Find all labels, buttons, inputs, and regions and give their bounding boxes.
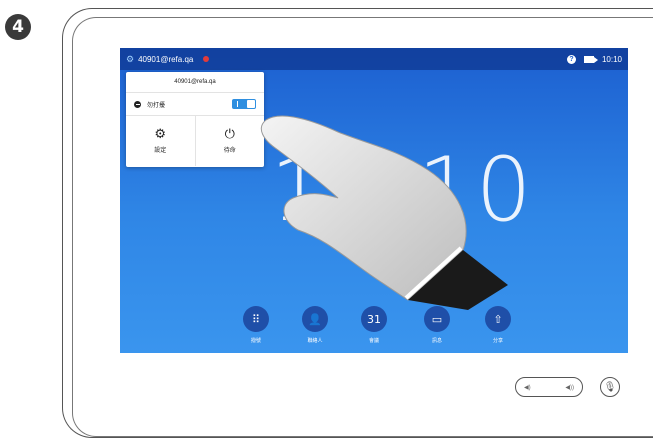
- toggle-knob: [247, 100, 255, 108]
- dock-label-messages: 訊息: [431, 338, 442, 344]
- dnd-row[interactable]: 勿打擾: [126, 93, 264, 116]
- dock-item-dial[interactable]: ⠿ 撥號: [236, 306, 276, 344]
- mic-mute-icon: 🎙: [603, 381, 617, 393]
- dnd-label: 勿打擾: [147, 102, 166, 109]
- dock-item-messages[interactable]: ▭ 訊息: [417, 306, 457, 344]
- record-dot-icon: [203, 56, 210, 62]
- settings-label: 設定: [154, 148, 167, 154]
- volume-up-icon[interactable]: ◀)): [565, 384, 574, 391]
- dock-item-meetings[interactable]: 31 會議: [354, 306, 394, 344]
- microphone-mute-button[interactable]: 🎙: [600, 377, 620, 397]
- toggle-on-mark: [237, 101, 238, 107]
- standby-label: 待命: [223, 148, 236, 154]
- share-icon[interactable]: ⇧: [485, 306, 511, 332]
- status-uri[interactable]: 40901@refa.qa: [138, 55, 193, 64]
- dock-label-contacts: 聯絡人: [307, 338, 323, 344]
- gear-icon: ⚙: [154, 127, 167, 142]
- dock-item-share[interactable]: ⇧ 分享: [478, 306, 518, 344]
- gear-icon[interactable]: ⚙: [126, 54, 134, 65]
- keypad-icon[interactable]: ⠿: [243, 306, 269, 332]
- calendar-icon[interactable]: 31: [361, 306, 387, 332]
- status-time: 10:10: [601, 54, 622, 64]
- volume-control[interactable]: ◀) ◀)): [515, 377, 583, 397]
- contacts-icon[interactable]: 👤: [302, 306, 328, 332]
- dock-label-dial: 撥號: [250, 338, 261, 344]
- status-bar: ⚙ 40901@refa.qa ? 10:10: [120, 48, 628, 70]
- popup-address: 40901@refa.qa: [126, 72, 264, 93]
- dock-label-share: 分享: [492, 338, 503, 344]
- voicemail-icon[interactable]: ▭: [424, 306, 450, 332]
- settings-button[interactable]: ⚙ 設定: [126, 116, 195, 166]
- clock-overlay: 10:10: [270, 138, 534, 241]
- step-number-badge: 4: [5, 14, 31, 40]
- camera-icon[interactable]: [583, 55, 598, 63]
- help-icon[interactable]: ?: [566, 54, 576, 64]
- dnd-toggle[interactable]: [232, 99, 256, 109]
- do-not-disturb-icon: [134, 100, 141, 108]
- bottom-dock: ⠿ 撥號 👤 聯絡人 31 會議 ▭ 訊息 ⇧ 分享: [120, 306, 628, 353]
- dock-label-meetings: 會議: [368, 338, 379, 344]
- standby-button[interactable]: ⏻ 待命: [194, 116, 265, 166]
- dock-item-contacts[interactable]: 👤 聯絡人: [295, 306, 335, 344]
- volume-down-icon[interactable]: ◀): [524, 384, 531, 391]
- settings-popup: 40901@refa.qa 勿打擾 ⚙ 設定 ⏻ 待命: [126, 72, 264, 167]
- power-icon: ⏻: [224, 127, 235, 142]
- touch-screen: ⚙ 40901@refa.qa ? 10:10 10:10 40901@refa…: [120, 48, 628, 353]
